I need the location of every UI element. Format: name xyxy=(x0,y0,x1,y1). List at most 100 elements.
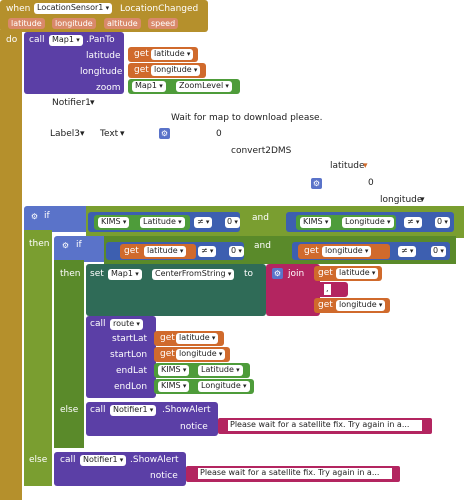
neq-operator-dropdown[interactable]: ≠ xyxy=(198,246,217,257)
set-label: set xyxy=(90,269,104,279)
gear-icon[interactable]: ⚙ xyxy=(159,128,170,139)
latitude-dropdown[interactable]: latitude xyxy=(330,160,365,172)
latitude-arrow: ▾ xyxy=(363,161,368,171)
get-label: get xyxy=(318,300,333,310)
neq-operator-dropdown[interactable]: ≠ xyxy=(398,246,417,257)
call-label: call xyxy=(90,405,106,415)
get-latitude-dropdown[interactable]: latitude xyxy=(151,49,194,60)
get-label: get xyxy=(124,246,139,256)
do-label: do xyxy=(6,35,18,45)
notifier1-arrow: ▾ xyxy=(90,98,95,108)
to-label: to xyxy=(244,269,254,279)
if2-else-label: else xyxy=(60,405,79,415)
endlon-label: endLon xyxy=(114,382,148,392)
latitude-prop-dropdown[interactable]: Latitude xyxy=(140,217,185,228)
event-component-dropdown[interactable]: LocationSensor1 xyxy=(34,3,113,14)
kims-dropdown[interactable]: KIMS xyxy=(300,217,332,228)
if2-label: if xyxy=(76,240,82,250)
notice-label: notice xyxy=(180,422,208,432)
get-latitude-dropdown[interactable]: latitude xyxy=(336,268,379,279)
if1-then-label: then xyxy=(29,239,50,249)
wait-message: Wait for map to download please. xyxy=(171,113,323,123)
startlat-label: startLat xyxy=(112,334,148,344)
set-property-dropdown[interactable]: CenterFromString xyxy=(152,269,235,280)
route-proc-dropdown[interactable]: route xyxy=(110,319,143,330)
notice-label: notice xyxy=(150,471,178,481)
call-label: call xyxy=(60,455,76,465)
set-component-dropdown[interactable]: Map1 xyxy=(108,269,142,280)
label3-arrow: ▾ xyxy=(80,129,85,139)
arg-longitude-label: longitude xyxy=(80,67,123,77)
get-longitude-dropdown[interactable]: longitude xyxy=(322,246,372,257)
alert-message-field[interactable]: Please wait for a satellite fix. Try aga… xyxy=(228,420,422,431)
convert2dms-label: convert2DMS xyxy=(231,146,292,156)
if2-rail xyxy=(54,260,84,448)
param-latitude[interactable]: latitude xyxy=(8,18,45,29)
text-property-arrow: ▾ xyxy=(120,129,125,139)
text-property-dropdown[interactable]: Text xyxy=(100,128,118,140)
gear-icon[interactable]: ⚙ xyxy=(272,268,283,279)
get-label: get xyxy=(160,333,175,343)
showalert-method: .ShowAlert xyxy=(130,455,179,465)
showalert-method: .ShowAlert xyxy=(162,405,211,415)
get-longitude-dropdown[interactable]: longitude xyxy=(151,65,201,76)
when-label: when xyxy=(6,4,31,14)
get-longitude-dropdown[interactable]: longitude xyxy=(176,349,226,360)
zero-value: 0 xyxy=(368,178,374,188)
event-body-rail xyxy=(0,30,22,500)
gear-icon[interactable]: ⚙ xyxy=(311,178,322,189)
param-longitude[interactable]: longitude xyxy=(52,18,96,29)
zero-number-field[interactable]: 0 xyxy=(435,217,450,228)
notifier1-dropdown[interactable]: Notifier1 xyxy=(80,455,127,466)
if2-then-label: then xyxy=(60,269,81,279)
param-altitude[interactable]: altitude xyxy=(104,18,141,29)
get-latitude-dropdown[interactable]: latitude xyxy=(144,246,187,257)
if1-rail xyxy=(24,230,52,486)
get-label: get xyxy=(134,65,149,75)
if1-label: if xyxy=(44,211,50,221)
alert-message-field[interactable]: Please wait for a satellite fix. Try aga… xyxy=(198,468,392,479)
longitude-dropdown[interactable]: longitude xyxy=(380,194,422,206)
call-label: call xyxy=(29,35,45,45)
arg-zoom-label: zoom xyxy=(96,83,121,93)
panto-method: .PanTo xyxy=(86,35,115,45)
kims-dropdown[interactable]: KIMS xyxy=(158,365,190,376)
get-label: get xyxy=(134,49,149,59)
startlon-label: startLon xyxy=(110,350,148,360)
longitude-arrow: ▾ xyxy=(420,195,425,205)
join-label: join xyxy=(288,269,305,279)
panto-component-dropdown[interactable]: Map1 xyxy=(49,35,83,46)
and-label: and xyxy=(252,213,269,223)
endlat-label: endLat xyxy=(116,366,148,376)
if1-else-label: else xyxy=(29,455,48,465)
get-label: get xyxy=(160,349,175,359)
gear-icon[interactable]: ⚙ xyxy=(60,240,71,251)
neq-operator-dropdown[interactable]: ≠ xyxy=(194,217,213,228)
neq-operator-dropdown[interactable]: ≠ xyxy=(404,217,423,228)
notifier1-dropdown[interactable]: Notifier1 xyxy=(110,405,157,416)
zero-number-field[interactable]: 0 xyxy=(431,246,446,257)
zoom-property-dropdown[interactable]: ZoomLevel xyxy=(176,81,232,92)
get-latitude-dropdown[interactable]: latitude xyxy=(176,333,219,344)
comma-string-block[interactable] xyxy=(314,282,348,297)
and-label: and xyxy=(254,241,271,251)
notifier1-dropdown[interactable]: Notifier1 xyxy=(52,97,91,109)
kims-dropdown[interactable]: KIMS xyxy=(98,217,130,228)
call-label: call xyxy=(90,319,106,329)
zero-number-field[interactable]: 0 xyxy=(229,246,244,257)
get-longitude-dropdown[interactable]: longitude xyxy=(336,300,386,311)
longitude-prop-dropdown[interactable]: Longitude xyxy=(198,381,250,392)
longitude-prop-dropdown[interactable]: Longitude xyxy=(342,217,394,228)
label3-dropdown[interactable]: Label3 xyxy=(50,128,80,140)
gear-icon[interactable]: ⚙ xyxy=(29,211,40,222)
param-speed[interactable]: speed xyxy=(148,18,179,29)
kims-dropdown[interactable]: KIMS xyxy=(158,381,190,392)
event-name: LocationChanged xyxy=(120,4,199,14)
latitude-prop-dropdown[interactable]: Latitude xyxy=(198,365,243,376)
zero-value: 0 xyxy=(216,129,222,139)
zero-number-field[interactable]: 0 xyxy=(225,217,240,228)
zoom-component-dropdown[interactable]: Map1 xyxy=(132,81,166,92)
comma-string-field[interactable]: , xyxy=(324,284,331,295)
get-label: get xyxy=(304,246,319,256)
arg-latitude-label: latitude xyxy=(86,51,121,61)
